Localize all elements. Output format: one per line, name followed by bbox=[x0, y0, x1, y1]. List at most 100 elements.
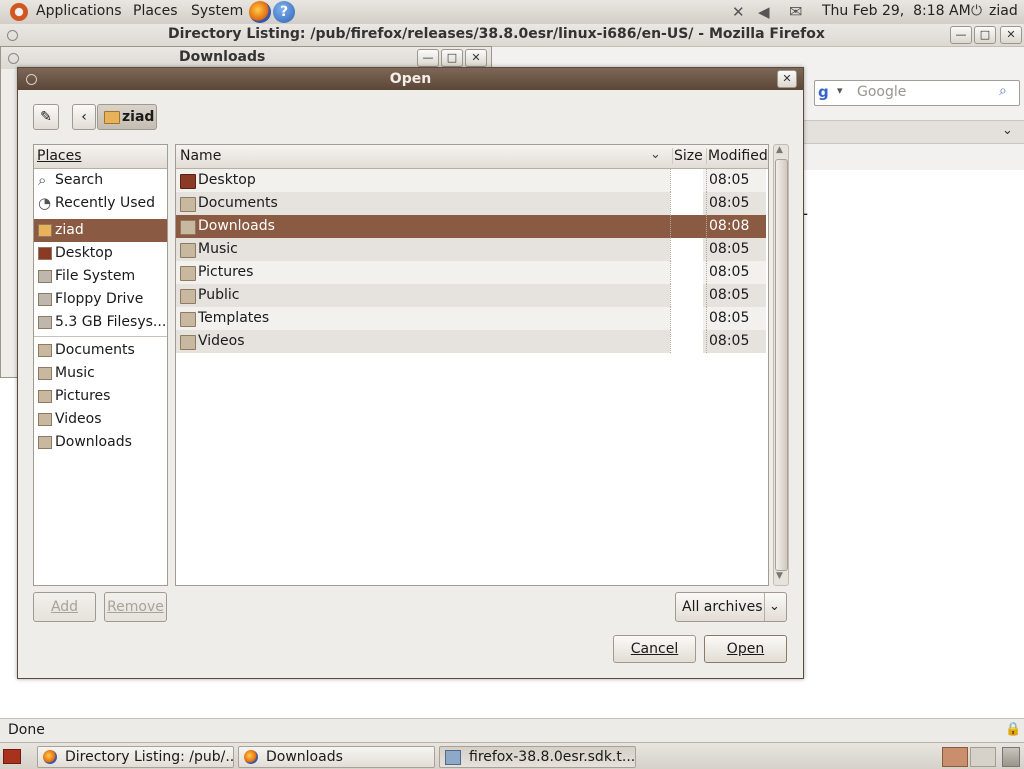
file-row-documents[interactable]: Documents 08:05 bbox=[176, 192, 766, 215]
google-engine-icon[interactable]: g bbox=[818, 83, 836, 101]
workspace-2[interactable] bbox=[970, 747, 996, 767]
scroll-down-icon[interactable]: ▼ bbox=[776, 571, 783, 581]
status-text: Done bbox=[8, 722, 45, 738]
drive-icon bbox=[38, 316, 52, 329]
name-column-header[interactable]: Name bbox=[180, 148, 221, 164]
network-icon[interactable]: ✕ bbox=[732, 3, 745, 21]
workspace-1[interactable] bbox=[942, 747, 968, 767]
sidebar-item-downloads[interactable]: Downloads bbox=[34, 431, 167, 454]
window-menu-icon[interactable] bbox=[8, 53, 19, 64]
scroll-up-icon[interactable]: ▲ bbox=[776, 145, 783, 155]
engine-dropdown-icon[interactable]: ▾ bbox=[837, 84, 843, 97]
size-column-header[interactable]: Size bbox=[672, 148, 703, 164]
places-header[interactable]: Places bbox=[34, 145, 167, 169]
file-row-public[interactable]: Public 08:05 bbox=[176, 284, 766, 307]
file-name: Music bbox=[198, 241, 238, 257]
sidebar-item-recently-used[interactable]: ◔ Recently Used bbox=[34, 192, 167, 215]
open-button[interactable]: Open bbox=[704, 635, 787, 663]
clock[interactable]: Thu Feb 29, 8:18 AM bbox=[822, 3, 971, 19]
templates-folder-icon bbox=[180, 312, 196, 327]
applications-menu[interactable]: Applications bbox=[36, 3, 122, 19]
add-button[interactable]: Add bbox=[33, 592, 96, 622]
power-icon[interactable]: ⏻ bbox=[971, 3, 982, 19]
bottom-panel: Directory Listing: /pub/... Downloads fi… bbox=[0, 742, 1024, 769]
firefox-launcher-icon[interactable] bbox=[249, 1, 271, 23]
maximize-button[interactable]: □ bbox=[441, 49, 463, 67]
file-modified: 08:05 bbox=[706, 169, 767, 192]
file-row-pictures[interactable]: Pictures 08:05 bbox=[176, 261, 766, 284]
back-button[interactable]: ‹ bbox=[72, 104, 96, 130]
sidebar-item-label: ziad bbox=[55, 222, 84, 238]
firefox-titlebar: Directory Listing: /pub/firefox/releases… bbox=[0, 24, 1024, 47]
cancel-button-label: Cancel bbox=[630, 641, 679, 657]
ubuntu-logo-icon[interactable] bbox=[10, 3, 28, 21]
sidebar-item-ziad[interactable]: ziad bbox=[34, 219, 167, 242]
file-type-filter[interactable]: All archives ⌄ bbox=[675, 592, 787, 622]
search-icon[interactable]: ⌕ bbox=[999, 83, 1007, 99]
toolbar-strip: ⌄ bbox=[802, 120, 1024, 144]
edit-location-button[interactable]: ✎ bbox=[33, 104, 59, 130]
downloads-title: Downloads bbox=[179, 49, 266, 65]
sidebar-item-videos[interactable]: Videos bbox=[34, 408, 167, 431]
file-row-downloads[interactable]: Downloads 08:08 bbox=[176, 215, 766, 238]
open-button-label: Open bbox=[726, 641, 765, 657]
taskbar-item-directory-listing[interactable]: Directory Listing: /pub/... bbox=[37, 746, 234, 768]
vertical-scrollbar[interactable]: ▲ ▼ bbox=[773, 144, 789, 586]
open-dialog: Open ✕ ✎ ‹ ziad Places ⌕ Search ◔ Recently … bbox=[17, 67, 804, 679]
places-menu[interactable]: Places bbox=[133, 3, 178, 19]
sidebar-item-documents[interactable]: Documents bbox=[34, 339, 167, 362]
sidebar-item-music[interactable]: Music bbox=[34, 362, 167, 385]
firefox-icon bbox=[43, 750, 57, 764]
sidebar-item-pictures[interactable]: Pictures bbox=[34, 385, 167, 408]
task-label: Directory Listing: /pub/... bbox=[65, 749, 234, 765]
taskbar-item-downloads[interactable]: Downloads bbox=[238, 746, 435, 768]
file-modified: 08:05 bbox=[706, 238, 767, 261]
file-icon bbox=[445, 750, 461, 765]
file-row-desktop[interactable]: Desktop 08:05 bbox=[176, 169, 766, 192]
search-box[interactable]: g ▾ Google ⌕ bbox=[814, 80, 1020, 106]
remove-button[interactable]: Remove bbox=[104, 592, 167, 622]
mail-icon[interactable]: ✉ bbox=[789, 2, 802, 21]
minimize-button[interactable]: — bbox=[950, 26, 972, 44]
help-icon[interactable]: ? bbox=[273, 1, 295, 23]
close-button[interactable]: ✕ bbox=[777, 70, 797, 88]
system-menu[interactable]: System bbox=[191, 3, 243, 19]
file-size bbox=[670, 307, 703, 330]
close-button[interactable]: ✕ bbox=[465, 49, 487, 67]
file-modified: 08:05 bbox=[706, 261, 767, 284]
minimize-button[interactable]: — bbox=[417, 49, 439, 67]
file-name: Public bbox=[198, 287, 240, 303]
maximize-button[interactable]: □ bbox=[974, 26, 996, 44]
file-row-music[interactable]: Music 08:05 bbox=[176, 238, 766, 261]
window-menu-icon[interactable] bbox=[7, 30, 18, 41]
volume-icon[interactable]: ◀ bbox=[758, 3, 770, 21]
breadcrumb-ziad[interactable]: ziad bbox=[97, 104, 157, 130]
sort-chevron-icon[interactable]: ⌄ bbox=[650, 147, 661, 162]
modified-column-header[interactable]: Modified bbox=[706, 148, 768, 164]
scroll-thumb[interactable] bbox=[775, 159, 788, 571]
file-modified: 08:08 bbox=[706, 215, 767, 238]
show-desktop-icon[interactable] bbox=[3, 749, 21, 764]
pencil-icon: ✎ bbox=[40, 109, 52, 125]
sidebar-item-desktop[interactable]: Desktop bbox=[34, 242, 167, 265]
lock-icon: 🔒 bbox=[1005, 722, 1022, 737]
chevron-down-icon: ⌄ bbox=[764, 593, 780, 621]
trash-icon[interactable] bbox=[1002, 747, 1020, 767]
cancel-button[interactable]: Cancel bbox=[613, 635, 696, 663]
file-row-templates[interactable]: Templates 08:05 bbox=[176, 307, 766, 330]
file-name: Desktop bbox=[198, 172, 256, 188]
search-icon: ⌕ bbox=[38, 171, 47, 189]
chevron-down-icon[interactable]: ⌄ bbox=[1002, 123, 1013, 138]
sidebar-item-search[interactable]: ⌕ Search bbox=[34, 169, 167, 192]
window-menu-icon[interactable] bbox=[26, 74, 37, 85]
sidebar-item-5-3-gb-filesys-[interactable]: 5.3 GB Filesys... bbox=[34, 311, 167, 334]
file-row-videos[interactable]: Videos 08:05 bbox=[176, 330, 766, 353]
search-placeholder: Google bbox=[857, 84, 907, 100]
sidebar-item-floppy-drive[interactable]: Floppy Drive bbox=[34, 288, 167, 311]
floppy-icon bbox=[38, 293, 52, 306]
desktop-icon bbox=[38, 247, 52, 260]
sidebar-item-file-system[interactable]: File System bbox=[34, 265, 167, 288]
user-menu[interactable]: ziad bbox=[989, 3, 1018, 19]
taskbar-item-sdk-file[interactable]: firefox-38.8.0esr.sdk.t... bbox=[439, 746, 636, 768]
close-button[interactable]: ✕ bbox=[1000, 26, 1022, 44]
